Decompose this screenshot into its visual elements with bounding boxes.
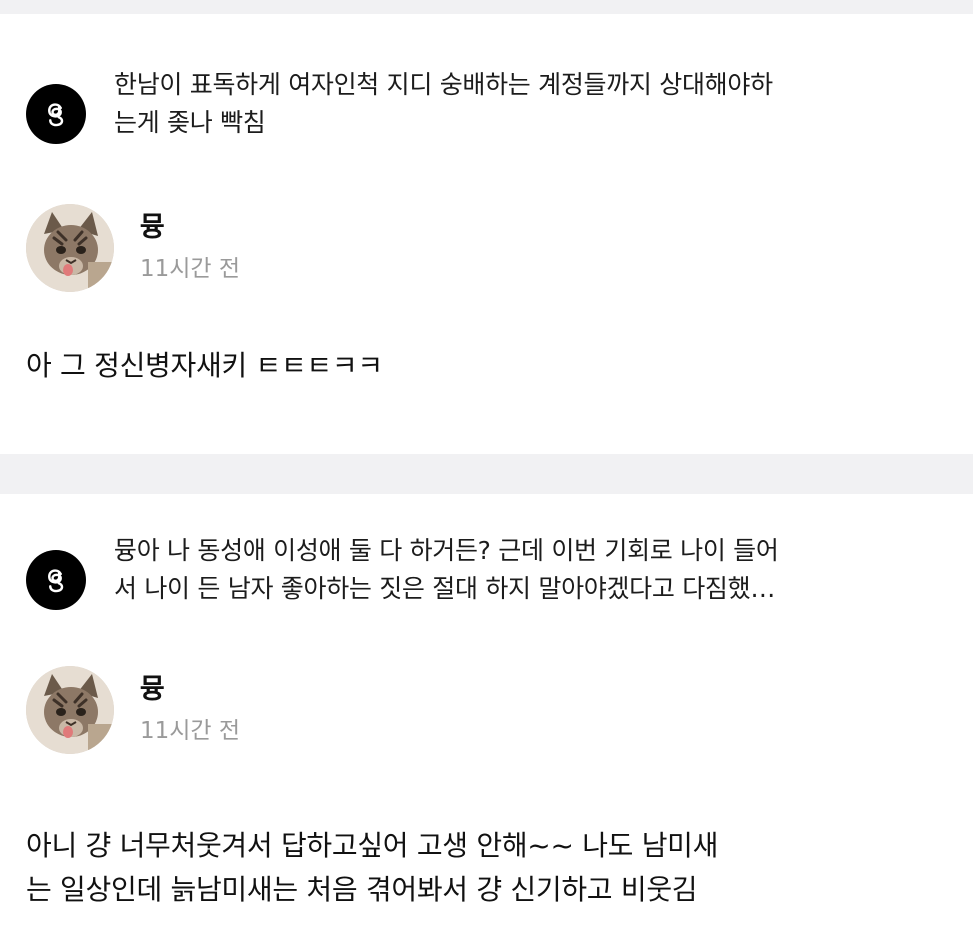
quoted-post-text: 뮹아 나 동성애 이성애 둘 다 하거든? 근데 이번 기회로 나이 들어 서 … [114,536,779,603]
post-card: 뮹아 나 동성애 이성애 둘 다 하거든? 근데 이번 기회로 나이 들어 서 … [0,494,973,936]
quoted-post-text: 한남이 표독하게 여자인척 지디 숭배하는 계정들까지 상대해야하 는게 좆나 … [114,70,773,137]
reply-text: 아니 걍 너무처웃겨서 답하고싶어 고생 안해~~ 나도 남미새 는 일상인데 … [26,829,719,906]
post-timestamp: 11시간 전 [140,256,241,282]
quoted-post[interactable]: 뮹아 나 동성애 이성애 둘 다 하거든? 근데 이번 기회로 나이 들어 서 … [26,532,963,610]
threads-logo-icon [26,550,86,610]
reply-text: 아 그 정신병자새키 ㅌㅌㅌㅋㅋ [26,349,383,382]
post-card: 한남이 표독하게 여자인척 지디 숭배하는 계정들까지 상대해야하 는게 좆나 … [0,14,973,454]
cat-avatar-icon[interactable] [26,666,114,754]
reply-author[interactable]: 뮹 11시간 전 [26,204,240,292]
quoted-post[interactable]: 한남이 표독하게 여자인척 지디 숭배하는 계정들까지 상대해야하 는게 좆나 … [26,66,963,144]
post-timestamp: 11시간 전 [140,718,241,744]
reply-author[interactable]: 뮹 11시간 전 [26,666,240,754]
threads-logo-icon [26,84,86,144]
author-name[interactable]: 뮹 [140,672,240,708]
cat-avatar-icon[interactable] [26,204,114,292]
author-name[interactable]: 뮹 [140,210,240,246]
